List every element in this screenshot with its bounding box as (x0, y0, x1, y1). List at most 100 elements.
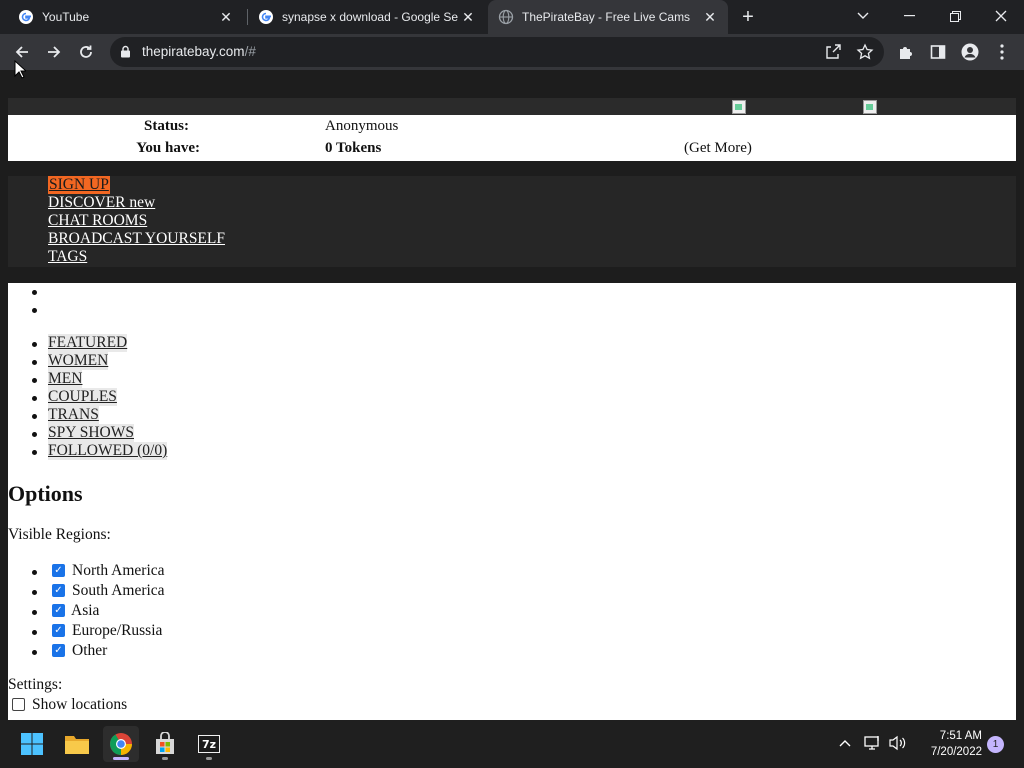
category-followed-link[interactable]: FOLLOWED (0/0) (48, 442, 168, 460)
address-bar[interactable]: thepiratebay.com/# (110, 37, 884, 67)
region-asia-checkbox[interactable]: ✓ (52, 604, 65, 617)
main-content: FEATURED WOMEN MEN COUPLES TRANS SPY SHO… (8, 283, 1016, 720)
list-bullet (32, 590, 37, 595)
show-locations-checkbox[interactable] (12, 698, 25, 711)
menu-kebab-icon[interactable] (988, 38, 1016, 66)
running-app-indicator (162, 757, 168, 760)
close-tab-icon[interactable]: ✕ (460, 9, 476, 25)
store-icon[interactable] (147, 726, 183, 762)
list-bullet (32, 570, 37, 575)
region-europe-russia-checkbox[interactable]: ✓ (52, 624, 65, 637)
list-bullet (32, 378, 37, 383)
show-hidden-icons-chevron-icon[interactable] (834, 732, 856, 754)
show-locations-label: Show locations (32, 696, 128, 713)
extensions-puzzle-icon[interactable] (892, 38, 920, 66)
list-bullet (32, 360, 37, 365)
account-status-panel: Status: Anonymous You have: 0 Tokens (Ge… (8, 115, 1016, 161)
status-label: Status: (143, 118, 189, 134)
close-tab-icon[interactable]: ✕ (218, 9, 234, 25)
tab-synapse-search[interactable]: synapse x download - Google Se ✕ (248, 0, 486, 34)
category-couples-link[interactable]: COUPLES (48, 388, 117, 406)
share-icon[interactable] (824, 43, 842, 61)
region-label: South America (72, 582, 165, 599)
google-icon (18, 9, 34, 25)
list-bullet (32, 450, 37, 455)
url-host: thepiratebay.com (142, 44, 245, 59)
broken-image-icon (732, 100, 746, 114)
get-more-link[interactable]: (Get More) (684, 140, 752, 157)
tab-youtube[interactable]: YouTube ✕ (8, 0, 244, 34)
status-value: Anonymous (325, 118, 399, 134)
system-clock[interactable]: 7:51 AM 7/20/2022 (912, 728, 982, 760)
google-icon (258, 9, 274, 25)
list-bullet (32, 650, 37, 655)
empty-list-item (32, 308, 37, 313)
profile-avatar-icon[interactable] (956, 38, 984, 66)
restore-button[interactable] (932, 0, 978, 32)
visible-regions-label: Visible Regions: (8, 526, 111, 543)
tab-title: synapse x download - Google Se (282, 10, 459, 24)
category-men-link[interactable]: MEN (48, 370, 83, 388)
close-tab-icon[interactable]: ✕ (702, 9, 718, 25)
broadcast-link[interactable]: BROADCAST YOURSELF (48, 230, 225, 248)
category-spy-shows-link[interactable]: SPY SHOWS (48, 424, 134, 442)
browser-toolbar: thepiratebay.com/# (0, 34, 1024, 70)
close-window-button[interactable] (978, 0, 1024, 32)
main-nav: SIGN UP DISCOVER new CHAT ROOMS BROADCAS… (8, 176, 1016, 267)
category-featured-link[interactable]: FEATURED (48, 334, 128, 352)
bookmark-star-icon[interactable] (856, 43, 874, 61)
network-icon[interactable] (862, 732, 884, 754)
chat-rooms-link[interactable]: CHAT ROOMS (48, 212, 147, 230)
windows-start-icon[interactable] (14, 726, 50, 762)
lock-icon[interactable] (120, 45, 131, 63)
minimize-button[interactable] (886, 0, 932, 32)
new-tab-button[interactable]: + (736, 5, 760, 29)
globe-icon (498, 9, 514, 25)
region-label: Asia (71, 602, 100, 619)
reload-button[interactable] (72, 38, 100, 66)
notification-badge[interactable]: 1 (987, 736, 1004, 753)
url-path: /# (244, 44, 256, 59)
broken-image-icon (863, 100, 877, 114)
region-south-america-checkbox[interactable]: ✓ (52, 584, 65, 597)
region-label: Europe/Russia (72, 622, 163, 639)
list-bullet (32, 342, 37, 347)
region-north-america-checkbox[interactable]: ✓ (52, 564, 65, 577)
list-bullet (32, 610, 37, 615)
list-bullet (32, 396, 37, 401)
page-viewport: Status: Anonymous You have: 0 Tokens (Ge… (0, 70, 1024, 720)
options-heading: Options (8, 481, 83, 506)
list-bullet (32, 432, 37, 437)
volume-icon[interactable] (887, 732, 909, 754)
empty-list-item (32, 290, 37, 295)
chrome-taskbar-icon[interactable] (103, 726, 139, 762)
tab-title: YouTube (42, 10, 90, 24)
region-label: North America (72, 562, 165, 579)
region-other-checkbox[interactable]: ✓ (52, 644, 65, 657)
side-panel-icon[interactable] (924, 38, 952, 66)
forward-button[interactable] (40, 38, 68, 66)
region-label: Other (72, 642, 108, 659)
tokens-label: You have: (136, 140, 200, 156)
mouse-cursor-icon (14, 60, 26, 79)
taskbar: 7z 7:51 AM 7/20/2022 1 (0, 720, 1024, 768)
active-app-indicator (113, 757, 129, 760)
category-women-link[interactable]: WOMEN (48, 352, 109, 370)
settings-label: Settings: (8, 676, 63, 693)
discover-link[interactable]: DISCOVER new (48, 194, 155, 212)
file-explorer-icon[interactable] (59, 726, 95, 762)
clock-time: 7:51 AM (939, 730, 982, 742)
clock-date: 7/20/2022 (930, 746, 982, 758)
list-bullet (32, 414, 37, 419)
category-trans-link[interactable]: TRANS (48, 406, 99, 424)
tags-link[interactable]: TAGS (48, 248, 87, 266)
tab-piratebay[interactable]: ThePirateBay - Free Live Cams ✕ (488, 0, 728, 34)
tab-search-chevron-icon[interactable] (840, 0, 886, 32)
running-app-indicator (206, 757, 212, 760)
7zip-icon[interactable]: 7z (191, 726, 227, 762)
tab-strip: YouTube ✕ synapse x download - Google Se… (0, 0, 1024, 34)
tokens-value: 0 Tokens (325, 140, 382, 156)
svg-text:7z: 7z (202, 738, 216, 751)
signup-link[interactable]: SIGN UP (48, 176, 110, 194)
tab-title: ThePirateBay - Free Live Cams (522, 10, 691, 24)
